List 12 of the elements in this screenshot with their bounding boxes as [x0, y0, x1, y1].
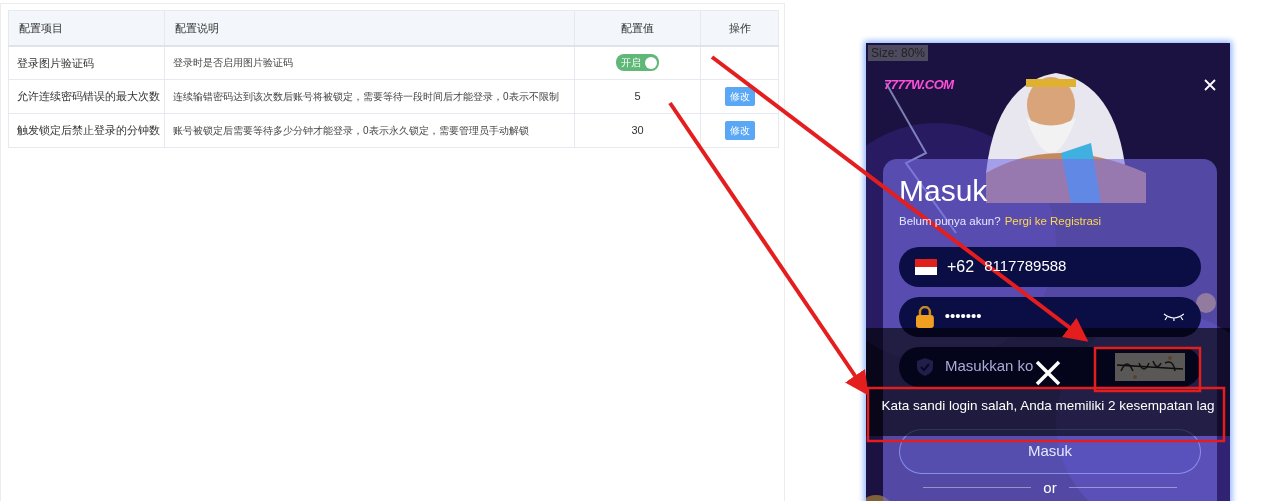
table-cell: 允许连续密码错误的最大次数 [8, 79, 165, 114]
table-cell: 30 [574, 113, 701, 148]
table-cell: 登录时是否启用图片验证码 [164, 45, 575, 80]
column-header: 配置值 [574, 10, 701, 46]
table-cell: 触发锁定后禁止登录的分钟数 [8, 113, 165, 148]
table-cell: 账号被锁定后需要等待多少分钟才能登录，0表示永久锁定，需要管理员手动解锁 [164, 113, 575, 148]
column-header: 配置项目 [8, 10, 165, 46]
table-cell: 连续输错密码达到该次数后账号将被锁定，需要等待一段时间后才能登录，0表示不限制 [164, 79, 575, 114]
table-cell: 登录图片验证码 [8, 45, 165, 80]
column-header: 配置说明 [164, 10, 575, 46]
table-cell: 5 [574, 79, 701, 114]
column-header: 操作 [700, 10, 779, 46]
